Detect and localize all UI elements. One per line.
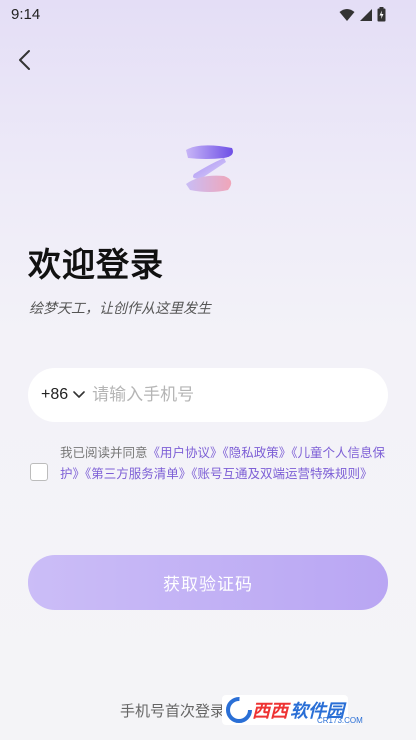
link-third-party-list[interactable]: 《第三方服务清单》 (85, 466, 191, 481)
app-logo (180, 140, 238, 196)
watermark-brand-red: 西西 (252, 701, 288, 722)
watermark-c-icon (226, 697, 252, 723)
chevron-left-icon (19, 50, 30, 70)
agreement-checkbox[interactable] (30, 463, 48, 481)
watermark-domain: CR173.COM (317, 716, 363, 725)
link-privacy-policy[interactable]: 《隐私政策》 (223, 445, 292, 460)
status-time: 9:14 (11, 6, 41, 23)
wifi-icon (339, 8, 355, 21)
country-code-label: +86 (41, 386, 69, 403)
chevron-down-icon (73, 391, 85, 398)
agreement-text: 我已阅读并同意《用户协议》《隐私政策》《儿童个人信息保护》《第三方服务清单》《账… (60, 442, 400, 484)
signal-icon (360, 8, 372, 21)
app-logo-icon (186, 145, 233, 192)
phone-field: +86 (28, 368, 388, 422)
agreement-prefix: 我已阅读并同意 (60, 445, 148, 460)
bottom-note: 手机号首次登录 (120, 702, 226, 720)
page-subtitle: 绘梦天工，让创作从这里发生 (29, 301, 211, 317)
link-user-agreement[interactable]: 《用户协议》 (148, 445, 223, 460)
phone-input[interactable] (92, 385, 343, 405)
watermark: 西西 软件园 CR173.COM (222, 690, 398, 730)
status-bar: 9:14 (0, 0, 416, 30)
page-title: 欢迎登录 (28, 245, 164, 284)
back-button[interactable] (14, 48, 38, 72)
status-icons (339, 7, 386, 22)
country-code-selector[interactable]: +86 (41, 386, 85, 404)
battery-icon (377, 7, 386, 22)
get-code-button[interactable]: 获取验证码 (28, 555, 388, 610)
link-account-rules[interactable]: 《账号互通及双端运营特殊规则》 (191, 466, 372, 481)
